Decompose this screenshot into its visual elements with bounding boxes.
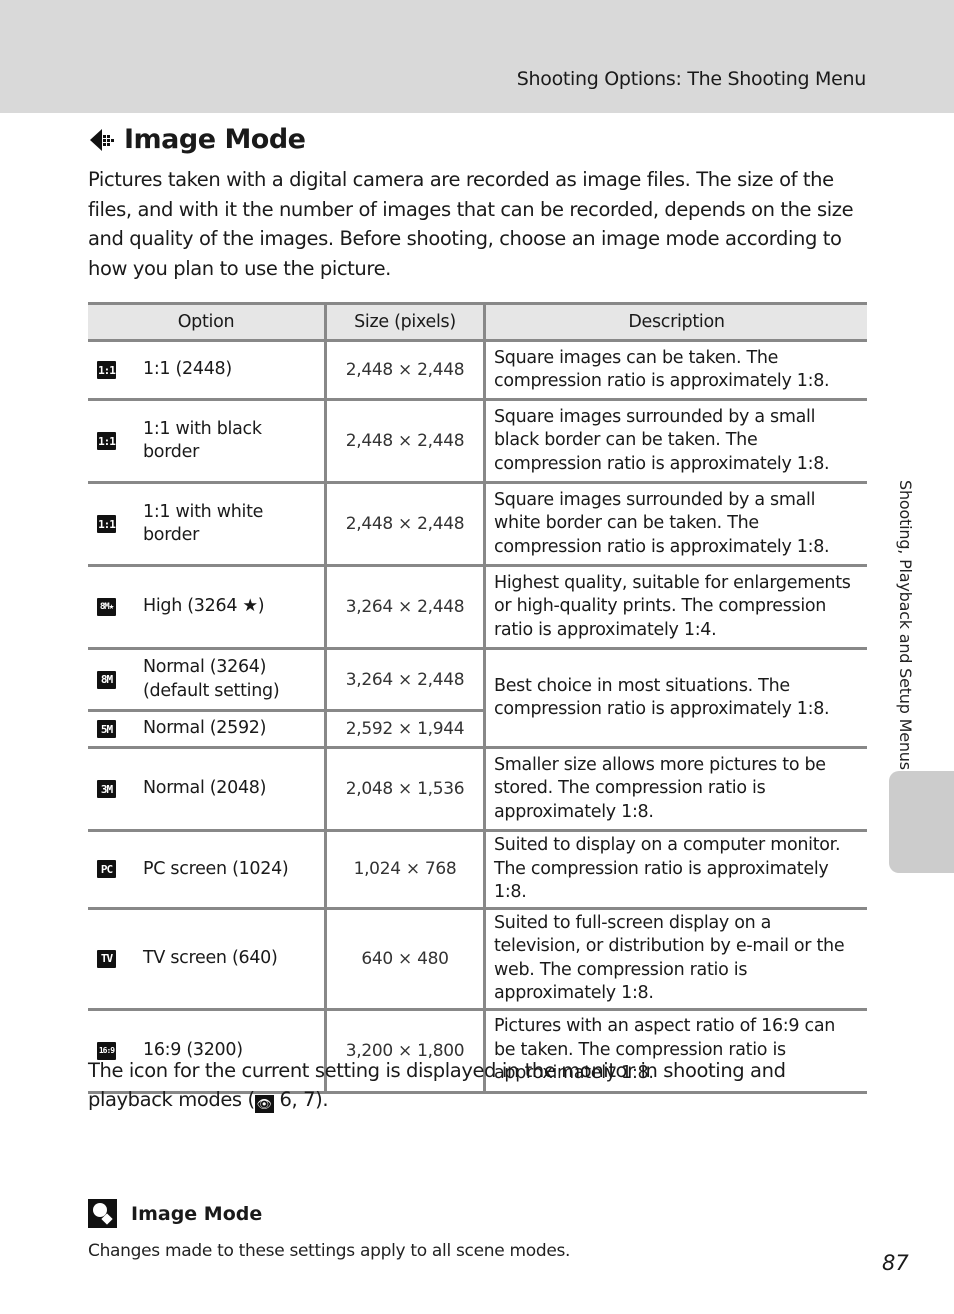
table-row: 8M Normal (3264) (default setting) 3,264 … <box>88 648 867 749</box>
page-number: 87 <box>882 1251 909 1275</box>
icon-note: The icon for the current setting is disp… <box>88 1056 868 1114</box>
table-row: 3M Normal (2048) 2,048 × 1,536 Smaller si… <box>88 747 867 832</box>
header-band: Shooting Options: The Shooting Menu <box>0 0 954 113</box>
size-value: 2,048 × 1,536 <box>324 747 485 832</box>
table-row: 1:1 1:1 (2448) 2,448 × 2,448 Square image… <box>88 340 867 401</box>
square-1-1-black-border-icon: 1:1 <box>97 432 116 450</box>
size-value: 640 × 480 <box>324 908 485 1011</box>
description: Suited to display on a computer monitor.… <box>483 830 867 910</box>
option-label: PC screen (1024) <box>143 858 289 879</box>
column-header-size: Size (pixels) <box>324 302 485 342</box>
table-header-row: Option Size (pixels) Description <box>88 302 867 342</box>
option-label: High (3264 ★) <box>143 596 265 617</box>
subsection-heading: Image Mode <box>88 1199 262 1228</box>
section-thumb-tab[interactable] <box>889 771 954 873</box>
table-row: 1:1 1:1 with black border 2,448 × 2,448 S… <box>88 399 867 484</box>
square-1-1-icon: 1:1 <box>97 361 116 379</box>
size-value: 3,264 × 2,448 <box>324 565 485 650</box>
option-label: 1:1 with black border <box>143 418 262 463</box>
pc-screen-icon: PC <box>97 860 116 879</box>
eye-reference-icon: 👁 <box>254 1095 274 1113</box>
column-header-description: Description <box>483 302 867 342</box>
3m-normal-icon: 3M <box>97 780 116 798</box>
lightbulb-icon <box>88 1199 117 1228</box>
size-value: 2,448 × 2,448 <box>324 399 485 484</box>
option-label: Normal (2048) <box>143 778 267 799</box>
table-row: TV TV screen (640) 640 × 480 Suited to fu… <box>88 908 867 1011</box>
table-row: PC PC screen (1024) 1,024 × 768 Suited to… <box>88 830 867 910</box>
intro-paragraph: Pictures taken with a digital camera are… <box>88 168 854 280</box>
description: Best choice in most situations. The comp… <box>483 648 867 749</box>
size-value: 3,264 × 2,448 <box>324 648 485 712</box>
option-label: Normal (2592) <box>143 718 267 739</box>
table-row: 1:1 1:1 with white border 2,448 × 2,448 S… <box>88 482 867 567</box>
square-1-1-white-border-icon: 1:1 <box>97 515 116 533</box>
option-label: TV screen (640) <box>143 947 278 968</box>
tv-screen-icon: TV <box>97 949 116 968</box>
description: Smaller size allows more pictures to be … <box>483 747 867 832</box>
running-header: Shooting Options: The Shooting Menu <box>516 68 867 90</box>
page-title: Image Mode <box>88 124 306 155</box>
page-reference[interactable]: 6, 7). <box>274 1088 329 1111</box>
description: Square images surrounded by a small whit… <box>483 482 867 567</box>
option-label: 1:1 (2448) <box>143 359 232 380</box>
subsection-title: Image Mode <box>131 1202 263 1225</box>
size-value: 2,448 × 2,448 <box>324 340 485 401</box>
page-title-text: Image Mode <box>124 124 306 155</box>
table-row: 8M★ High (3264 ★) 3,264 × 2,448 Highest q… <box>88 565 867 650</box>
description: Highest quality, suitable for enlargemen… <box>483 565 867 650</box>
size-value: 2,592 × 1,944 <box>324 710 485 749</box>
description: Square images surrounded by a small blac… <box>483 399 867 484</box>
option-label: Normal (3264) (default setting) <box>143 657 280 701</box>
8m-normal-icon: 8M <box>97 670 116 689</box>
column-header-option: Option <box>88 302 326 342</box>
8m-high-icon: 8M★ <box>97 598 116 616</box>
sidebar-section-label: Shooting, Playback and Setup Menus <box>896 480 915 770</box>
image-mode-table: Option Size (pixels) Description 1:1 1:1 … <box>88 302 867 1094</box>
size-value: 2,448 × 2,448 <box>324 482 485 567</box>
option-label: 1:1 with white border <box>143 501 264 546</box>
note-text-before: The icon for the current setting is disp… <box>88 1059 786 1111</box>
size-value: 1,024 × 768 <box>324 830 485 910</box>
image-mode-icon <box>90 128 114 151</box>
subsection-text: Changes made to these settings apply to … <box>88 1241 571 1261</box>
description: Square images can be taken. The compress… <box>483 340 867 401</box>
description: Suited to full-screen display on a telev… <box>483 908 867 1011</box>
5m-normal-icon: 5M <box>97 720 116 738</box>
